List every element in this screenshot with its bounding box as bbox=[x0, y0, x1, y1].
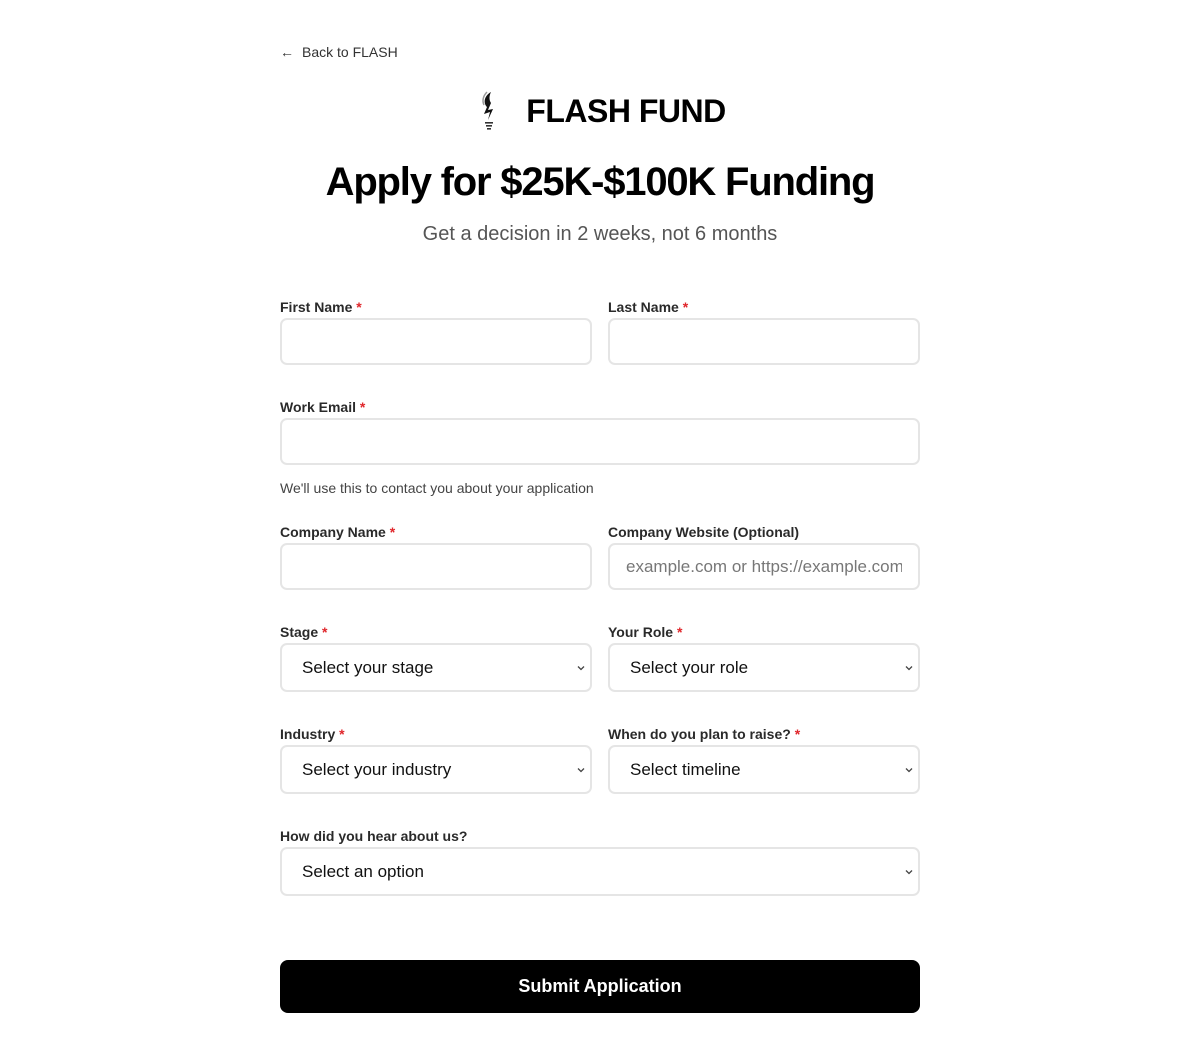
stage-group: Stage * Select your stage bbox=[280, 624, 592, 701]
back-link-label: Back to FLASH bbox=[302, 44, 398, 60]
required-mark: * bbox=[339, 726, 345, 742]
last-name-group: Last Name * bbox=[608, 299, 920, 374]
work-email-input[interactable] bbox=[280, 418, 920, 465]
chevron-down-icon bbox=[905, 767, 913, 772]
role-select-value: Select your role bbox=[630, 657, 749, 677]
first-name-label: First Name * bbox=[280, 299, 592, 319]
company-website-input[interactable] bbox=[608, 543, 920, 590]
brand-name: FLASH FUND bbox=[526, 92, 726, 129]
role-select[interactable]: Select your role bbox=[608, 643, 920, 692]
stage-select[interactable]: Select your stage bbox=[280, 643, 592, 692]
referral-select[interactable]: Select an option bbox=[280, 847, 920, 896]
chevron-down-icon bbox=[905, 665, 913, 670]
company-name-group: Company Name * bbox=[280, 524, 592, 599]
chevron-down-icon bbox=[905, 869, 913, 874]
company-website-label: Company Website (Optional) bbox=[608, 524, 920, 544]
industry-group: Industry * Select your industry bbox=[280, 726, 592, 803]
referral-label: How did you hear about us? bbox=[280, 828, 920, 848]
last-name-label: Last Name * bbox=[608, 299, 920, 319]
chevron-down-icon bbox=[577, 665, 585, 670]
industry-select[interactable]: Select your industry bbox=[280, 745, 592, 794]
first-name-group: First Name * bbox=[280, 299, 592, 374]
arrow-left-icon: ← bbox=[280, 44, 294, 60]
timeline-select-value: Select timeline bbox=[630, 759, 741, 779]
industry-label: Industry * bbox=[280, 726, 592, 746]
brand-header: FLASH FUND bbox=[280, 90, 920, 132]
role-label-text: Your Role bbox=[608, 624, 674, 640]
required-mark: * bbox=[389, 524, 396, 540]
required-mark: * bbox=[676, 624, 683, 640]
required-mark: * bbox=[356, 299, 362, 315]
required-mark: * bbox=[322, 624, 328, 640]
application-page: ← Back to FLASH FLASH FUND Apply for $25… bbox=[0, 0, 1200, 1053]
industry-label-text: Industry bbox=[280, 726, 336, 742]
back-link[interactable]: ← Back to FLASH bbox=[280, 44, 398, 60]
timeline-group: When do you plan to raise? * Select time… bbox=[608, 726, 920, 803]
industry-select-value: Select your industry bbox=[302, 759, 452, 779]
referral-group: How did you hear about us? Select an opt… bbox=[280, 828, 920, 905]
company-website-label-text: Company Website (Optional) bbox=[608, 524, 800, 540]
referral-label-text: How did you hear about us? bbox=[280, 828, 468, 844]
submit-application-button[interactable]: Submit Application bbox=[280, 960, 920, 1013]
timeline-select[interactable]: Select timeline bbox=[608, 745, 920, 794]
company-name-input[interactable] bbox=[280, 543, 592, 590]
timeline-label-text: When do you plan to raise? bbox=[608, 726, 791, 742]
referral-select-value: Select an option bbox=[302, 861, 424, 881]
first-name-label-text: First Name bbox=[280, 299, 353, 315]
torch-bolt-logo-icon bbox=[482, 91, 494, 130]
role-group: Your Role * Select your role bbox=[608, 624, 920, 701]
page-subtitle: Get a decision in 2 weeks, not 6 months bbox=[422, 223, 778, 245]
last-name-input[interactable] bbox=[608, 318, 920, 365]
first-name-input[interactable] bbox=[280, 318, 592, 365]
required-mark: * bbox=[359, 399, 366, 415]
role-label: Your Role * bbox=[608, 624, 920, 644]
stage-label: Stage * bbox=[280, 624, 592, 644]
work-email-label: Work Email * bbox=[280, 399, 920, 419]
page-title: Apply for $25K-$100K Funding bbox=[325, 160, 876, 204]
stage-label-text: Stage bbox=[280, 624, 319, 640]
timeline-label: When do you plan to raise? * bbox=[608, 726, 920, 746]
company-name-label: Company Name * bbox=[280, 524, 592, 544]
work-email-group: Work Email * bbox=[280, 399, 920, 474]
work-email-label-text: Work Email bbox=[280, 399, 356, 415]
required-mark: * bbox=[682, 299, 689, 315]
required-mark: * bbox=[794, 726, 801, 742]
last-name-label-text: Last Name bbox=[608, 299, 679, 315]
work-email-helper: We'll use this to contact you about your… bbox=[280, 480, 594, 496]
chevron-down-icon bbox=[577, 767, 585, 772]
company-name-label-text: Company Name bbox=[280, 524, 386, 540]
company-website-group: Company Website (Optional) bbox=[608, 524, 920, 599]
stage-select-value: Select your stage bbox=[302, 657, 434, 677]
